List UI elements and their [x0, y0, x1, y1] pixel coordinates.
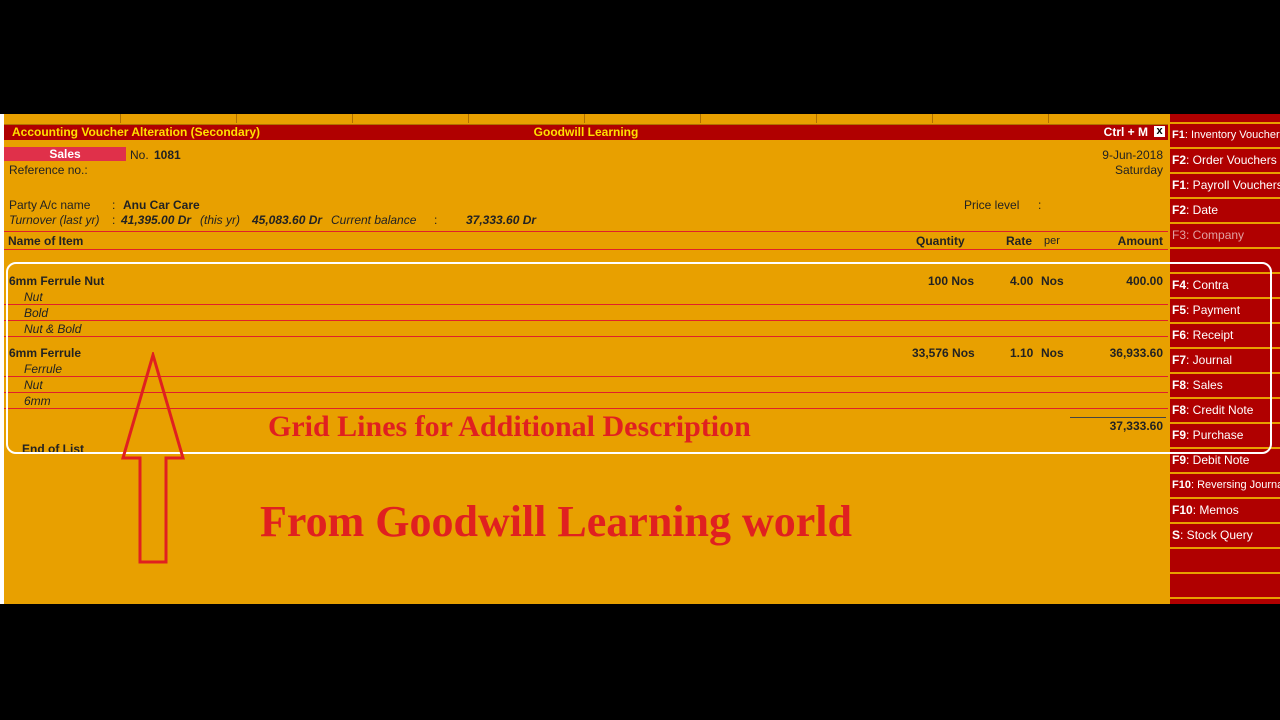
menu-divider — [584, 114, 585, 123]
turnover-this-yr: 45,083.60 Dr — [252, 213, 323, 227]
btn-label: : Stock Query — [1180, 528, 1253, 542]
btn-label: : Order Vouchers — [1186, 153, 1277, 167]
source-annotation: From Goodwill Learning world — [260, 497, 852, 546]
turnover-colon: : — [112, 213, 116, 227]
menu-divider — [468, 114, 469, 123]
current-balance-colon: : — [434, 213, 438, 227]
col-name-of-item: Name of Item — [8, 234, 84, 248]
price-level-label: Price level — [964, 198, 1020, 212]
price-level-colon[interactable]: : — [1038, 198, 1041, 212]
btn-empty — [1170, 549, 1280, 572]
menu-divider — [1048, 114, 1049, 123]
grid-lines-annotation: Grid Lines for Additional Description — [268, 410, 751, 443]
btn-date[interactable]: F2: Date — [1170, 199, 1280, 222]
turnover-label: Turnover (last yr) — [9, 213, 100, 227]
menu-divider — [816, 114, 817, 123]
turnover-last-yr: 41,395.00 Dr — [121, 213, 192, 227]
window-title-bar: Goodwill Learning Accounting Voucher Alt… — [4, 125, 1168, 140]
voucher-type-badge[interactable]: Sales — [4, 147, 126, 161]
btn-empty — [1170, 599, 1280, 604]
close-icon[interactable]: x — [1154, 126, 1165, 137]
btn-key: F3 — [1172, 228, 1187, 242]
btn-payroll-vouchers[interactable]: F1: Payroll Vouchers — [1170, 174, 1280, 197]
menu-divider — [700, 114, 701, 123]
btn-key: F10 — [1172, 503, 1193, 517]
btn-label: : Debit Note — [1186, 453, 1250, 467]
btn-label: : Payroll Vouchers — [1186, 178, 1280, 192]
col-quantity: Quantity — [916, 234, 965, 248]
party-colon: : — [112, 198, 116, 212]
voucher-day: Saturday — [1114, 163, 1163, 177]
btn-key: F1 — [1172, 129, 1185, 141]
button-bar-top — [1170, 114, 1280, 122]
btn-inventory-vouchers[interactable]: F1: Inventory Vouchers — [1170, 124, 1280, 147]
voucher-no-label: No. — [130, 148, 149, 162]
screen-title: Accounting Voucher Alteration (Secondary… — [12, 125, 261, 139]
btn-label: : Reversing Journal — [1190, 479, 1280, 491]
menu-divider — [932, 114, 933, 123]
col-per: per — [1044, 235, 1060, 247]
current-balance-label: Current balance — [331, 213, 417, 227]
btn-empty — [1170, 574, 1280, 597]
btn-reversing-journal[interactable]: F10: Reversing Journal — [1170, 474, 1280, 497]
current-balance: 37,333.60 Dr — [466, 213, 537, 227]
btn-company[interactable]: F3: Company — [1170, 224, 1280, 247]
btn-label: : Company — [1186, 228, 1245, 242]
party-name-field[interactable]: Anu Car Care — [123, 198, 200, 212]
btn-key: F9 — [1172, 453, 1187, 467]
btn-stock-query[interactable]: S: Stock Query — [1170, 524, 1280, 547]
btn-key: S — [1172, 528, 1181, 542]
top-menu-bar — [4, 114, 1168, 125]
turnover-this-yr-label: (this yr) — [200, 213, 240, 227]
menu-divider — [352, 114, 353, 123]
party-label: Party A/c name — [9, 198, 91, 212]
btn-key: F2 — [1172, 203, 1187, 217]
btn-key: F10 — [1172, 479, 1191, 491]
header-divider — [4, 249, 1168, 250]
btn-label: : Memos — [1192, 503, 1239, 517]
col-amount: Amount — [1117, 234, 1163, 248]
menu-divider — [236, 114, 237, 123]
voucher-date[interactable]: 9-Jun-2018 — [1102, 148, 1163, 162]
btn-memos[interactable]: F10: Memos — [1170, 499, 1280, 522]
menu-divider — [120, 114, 121, 123]
reference-label[interactable]: Reference no.: — [9, 163, 88, 177]
voucher-no-value[interactable]: 1081 — [154, 148, 181, 162]
btn-key: F2 — [1172, 153, 1187, 167]
btn-label: : Date — [1186, 203, 1219, 217]
btn-key: F1 — [1172, 178, 1187, 192]
up-arrow-icon — [121, 352, 185, 564]
btn-label: : Inventory Vouchers — [1184, 129, 1280, 141]
shortcut-hint: Ctrl + M — [1103, 125, 1148, 139]
btn-order-vouchers[interactable]: F2: Order Vouchers — [1170, 149, 1280, 172]
header-divider — [4, 231, 1168, 232]
col-rate: Rate — [1006, 234, 1033, 248]
